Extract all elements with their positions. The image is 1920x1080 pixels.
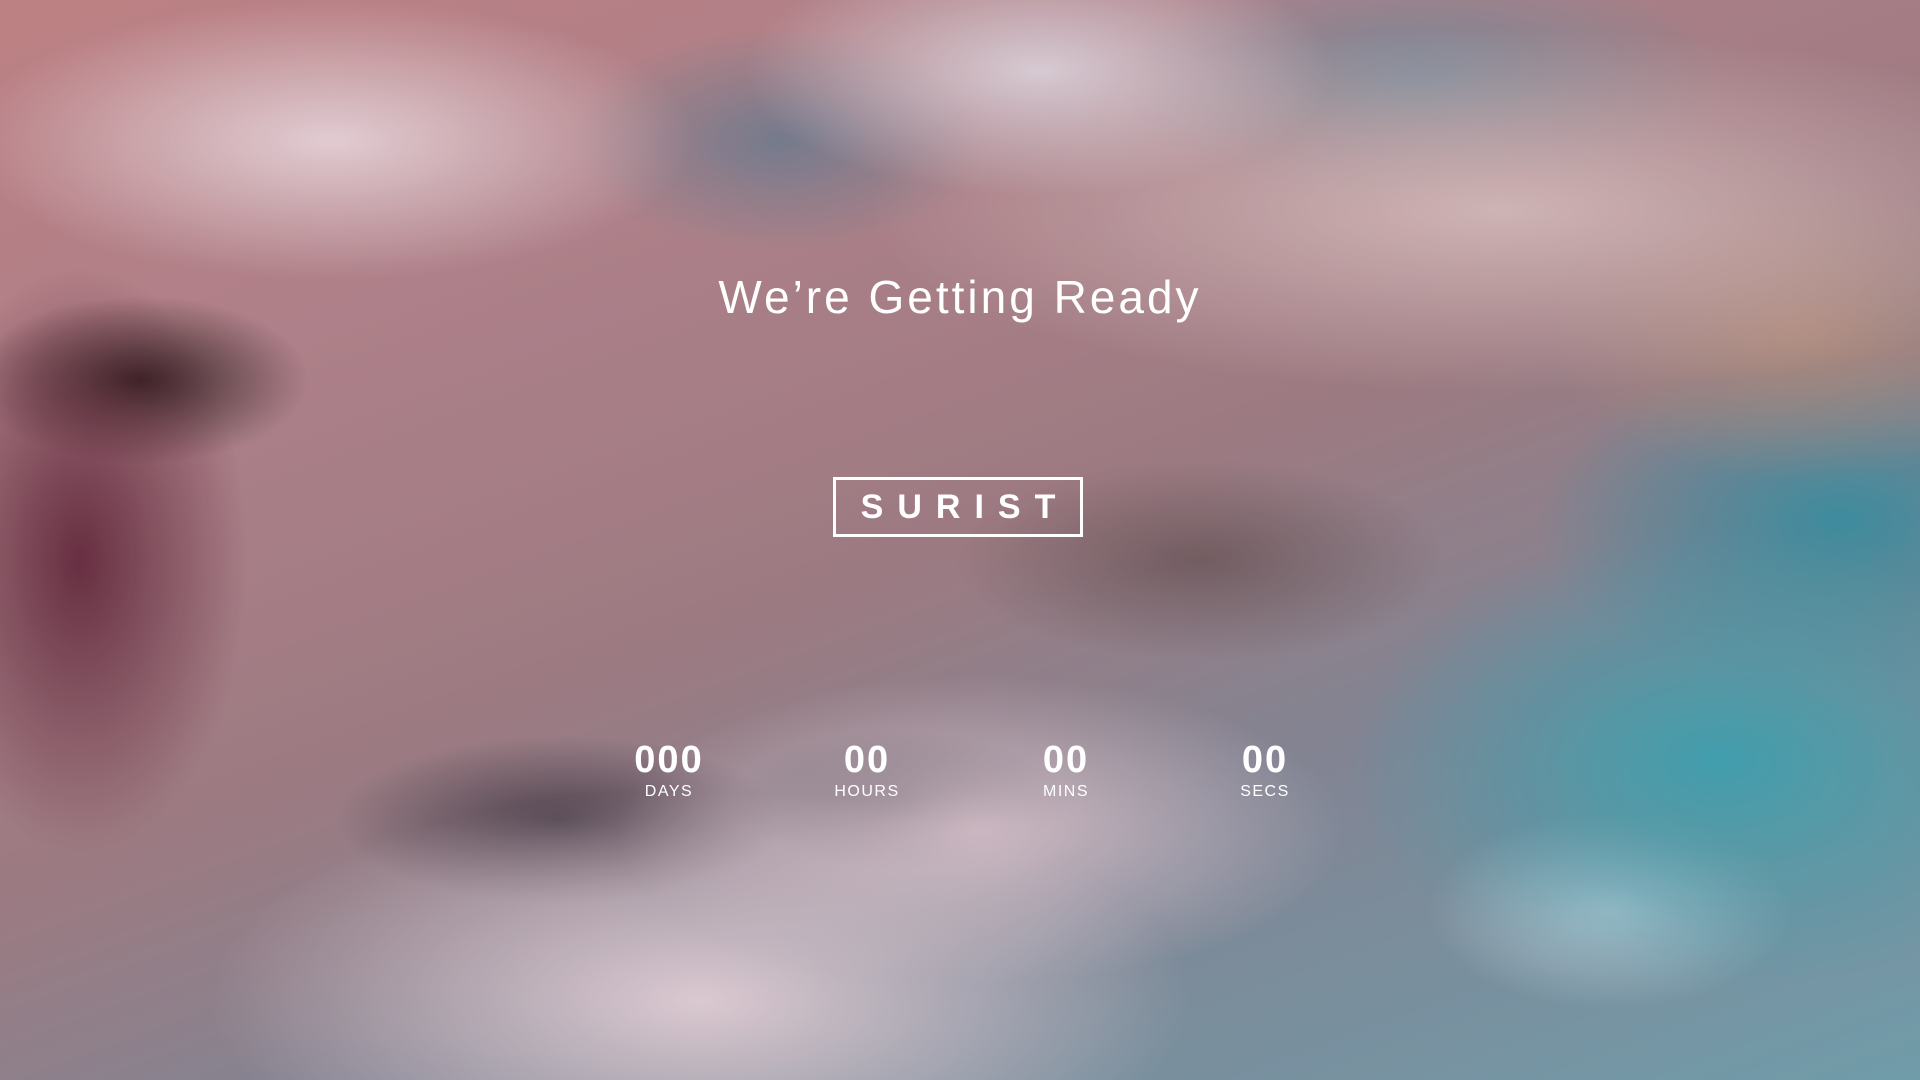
countdown-days: 000 DAYS <box>589 738 749 802</box>
hours-value: 00 <box>843 739 891 781</box>
countdown-hours: 00 HOURS <box>787 738 947 802</box>
days-label: DAYS <box>644 783 694 800</box>
logo-text: SURIST <box>860 487 1070 526</box>
countdown-secs: 00 SECS <box>1185 738 1345 802</box>
background-overlay <box>0 0 1920 1080</box>
brand-logo: SURIST <box>833 477 1083 537</box>
page-headline: We’re Getting Ready <box>718 271 1202 323</box>
countdown-timer: 000 DAYS 00 HOURS 00 MINS 00 SECS <box>0 738 1920 818</box>
secs-value: 00 <box>1241 739 1289 781</box>
secs-label: SECS <box>1240 783 1290 800</box>
hours-label: HOURS <box>834 783 900 800</box>
days-value: 000 <box>634 739 704 781</box>
mins-label: MINS <box>1043 783 1089 800</box>
mins-value: 00 <box>1042 739 1090 781</box>
countdown-mins: 00 MINS <box>986 738 1146 802</box>
coming-soon-page: We’re Getting Ready SURIST 000 DAYS 00 H… <box>0 0 1920 1080</box>
